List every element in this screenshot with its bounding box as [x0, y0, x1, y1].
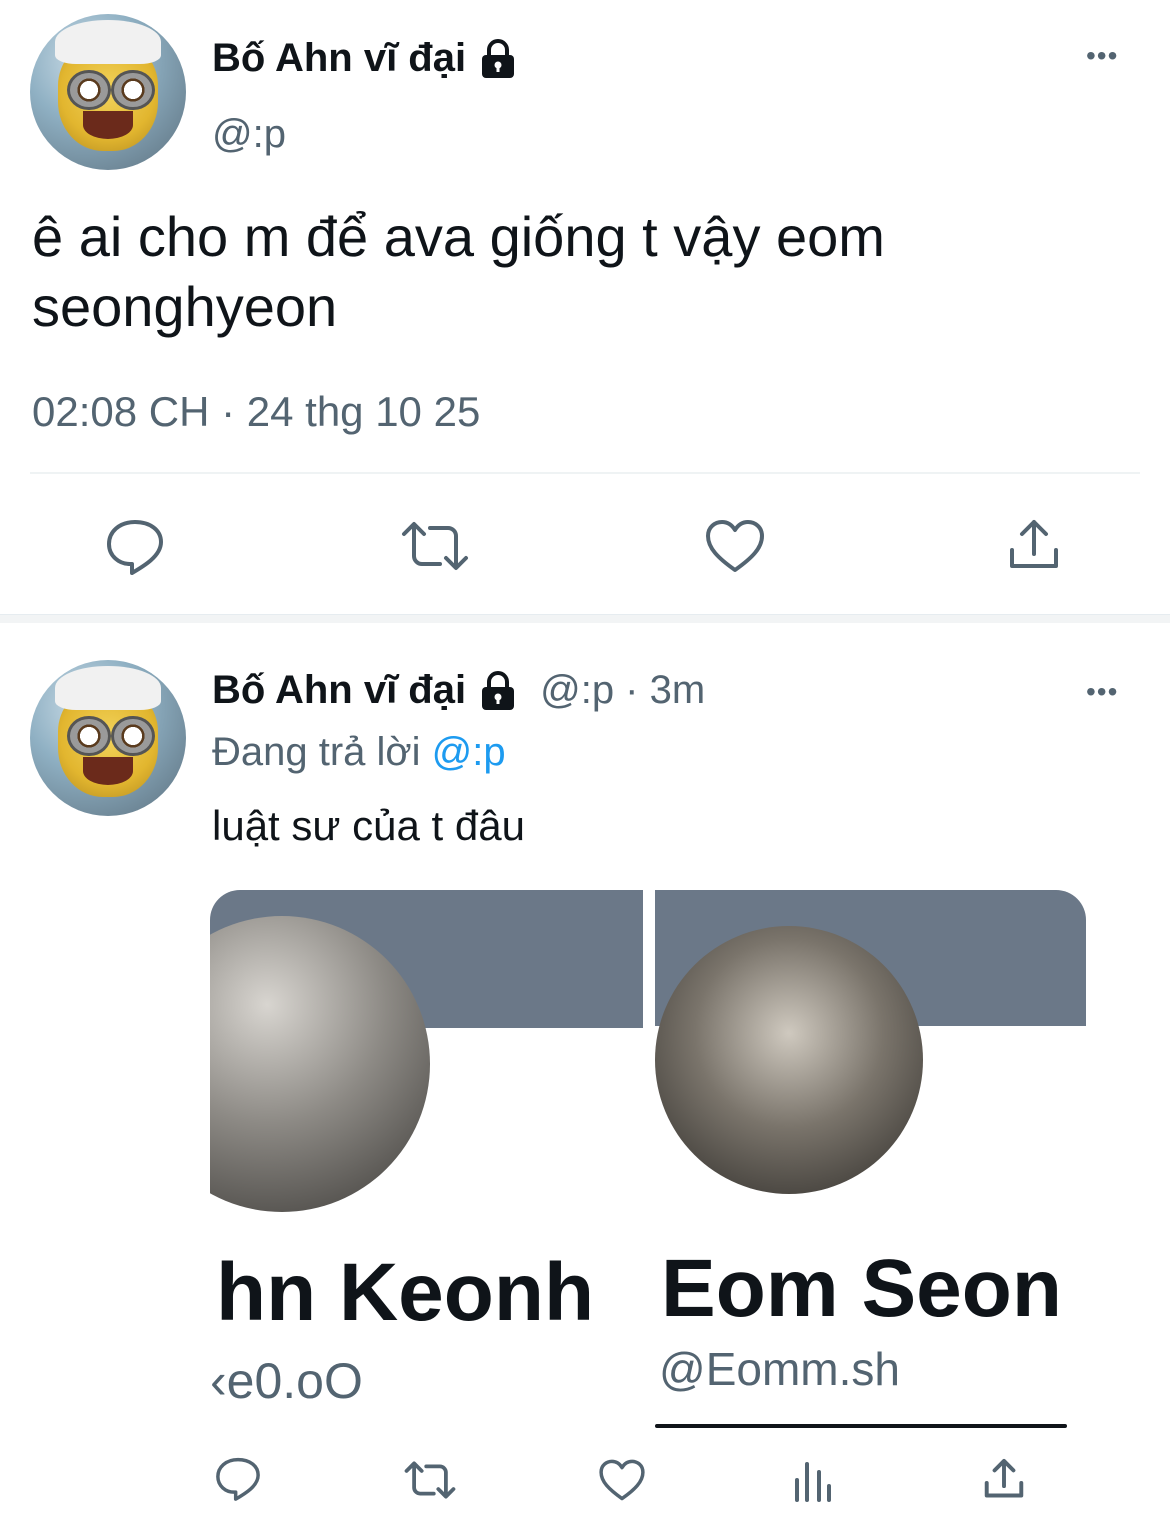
- lock-icon: [482, 670, 515, 710]
- replying-to: Đang trả lời @:p: [212, 730, 506, 775]
- display-name[interactable]: Bố Ahn vĩ đại: [212, 36, 466, 81]
- lock-icon: [482, 38, 515, 78]
- divider: [30, 472, 1140, 474]
- profile-name-fragment: hn Keonh: [216, 1247, 595, 1338]
- reply-image-left[interactable]: hn Keonh ‹e0.oO: [210, 890, 643, 1430]
- section-separator: [0, 614, 1170, 623]
- reply-avatar[interactable]: [30, 660, 186, 816]
- profile-name-fragment: Eom Seon: [661, 1243, 1062, 1334]
- author-row: Bố Ahn vĩ đại: [212, 36, 518, 81]
- reply-author-row: Bố Ahn vĩ đại @:p · 3m: [212, 668, 705, 713]
- replying-prefix: Đang trả lời: [212, 730, 421, 774]
- like-icon[interactable]: [704, 518, 766, 574]
- avatar-goggle-right: [111, 716, 155, 757]
- more-options-button[interactable]: •••: [1086, 40, 1118, 72]
- reply-text: luật sư của t đâu: [212, 802, 525, 849]
- avatar-goggle-left: [67, 70, 111, 111]
- avatar-mouth: [83, 756, 133, 785]
- profile-handle-fragment: ‹e0.oO: [210, 1353, 363, 1409]
- retweet-icon[interactable]: [402, 1458, 458, 1502]
- share-icon[interactable]: [1006, 516, 1062, 574]
- share-icon[interactable]: [982, 1456, 1026, 1502]
- reply-icon[interactable]: [214, 1456, 262, 1502]
- retweet-icon[interactable]: [398, 518, 472, 574]
- avatar-helmet: [54, 20, 162, 64]
- reply-icon[interactable]: [104, 518, 166, 576]
- reply-more-options-button[interactable]: •••: [1086, 676, 1118, 708]
- profile-photo: [655, 926, 923, 1194]
- handle[interactable]: @:p: [212, 112, 286, 157]
- replying-to-link[interactable]: @:p: [432, 730, 506, 774]
- avatar-goggle-right: [111, 70, 155, 111]
- avatar-goggle-left: [67, 716, 111, 757]
- reply-display-name[interactable]: Bố Ahn vĩ đại: [212, 668, 466, 713]
- profile-handle-fragment: @Eomm.sh: [659, 1343, 900, 1395]
- reply-meta[interactable]: @:p · 3m: [540, 668, 705, 713]
- profile-underline: [655, 1424, 1067, 1428]
- timestamp[interactable]: 02:08 CH · 24 thg 10 25: [32, 388, 480, 436]
- reply-image-right[interactable]: Eom Seon @Eomm.sh: [655, 890, 1086, 1430]
- tweet-text-line-1: ê ai cho m để ava giống t vậy eom: [32, 205, 885, 268]
- tweet-text-line-2: seonghyeon: [32, 275, 338, 338]
- like-icon[interactable]: [598, 1458, 646, 1502]
- avatar-mouth: [83, 110, 133, 139]
- avatar[interactable]: [30, 14, 186, 170]
- tweet-text: ê ai cho m để ava giống t vậy eom seongh…: [32, 202, 885, 342]
- analytics-icon[interactable]: [792, 1456, 834, 1502]
- avatar-helmet: [54, 666, 162, 710]
